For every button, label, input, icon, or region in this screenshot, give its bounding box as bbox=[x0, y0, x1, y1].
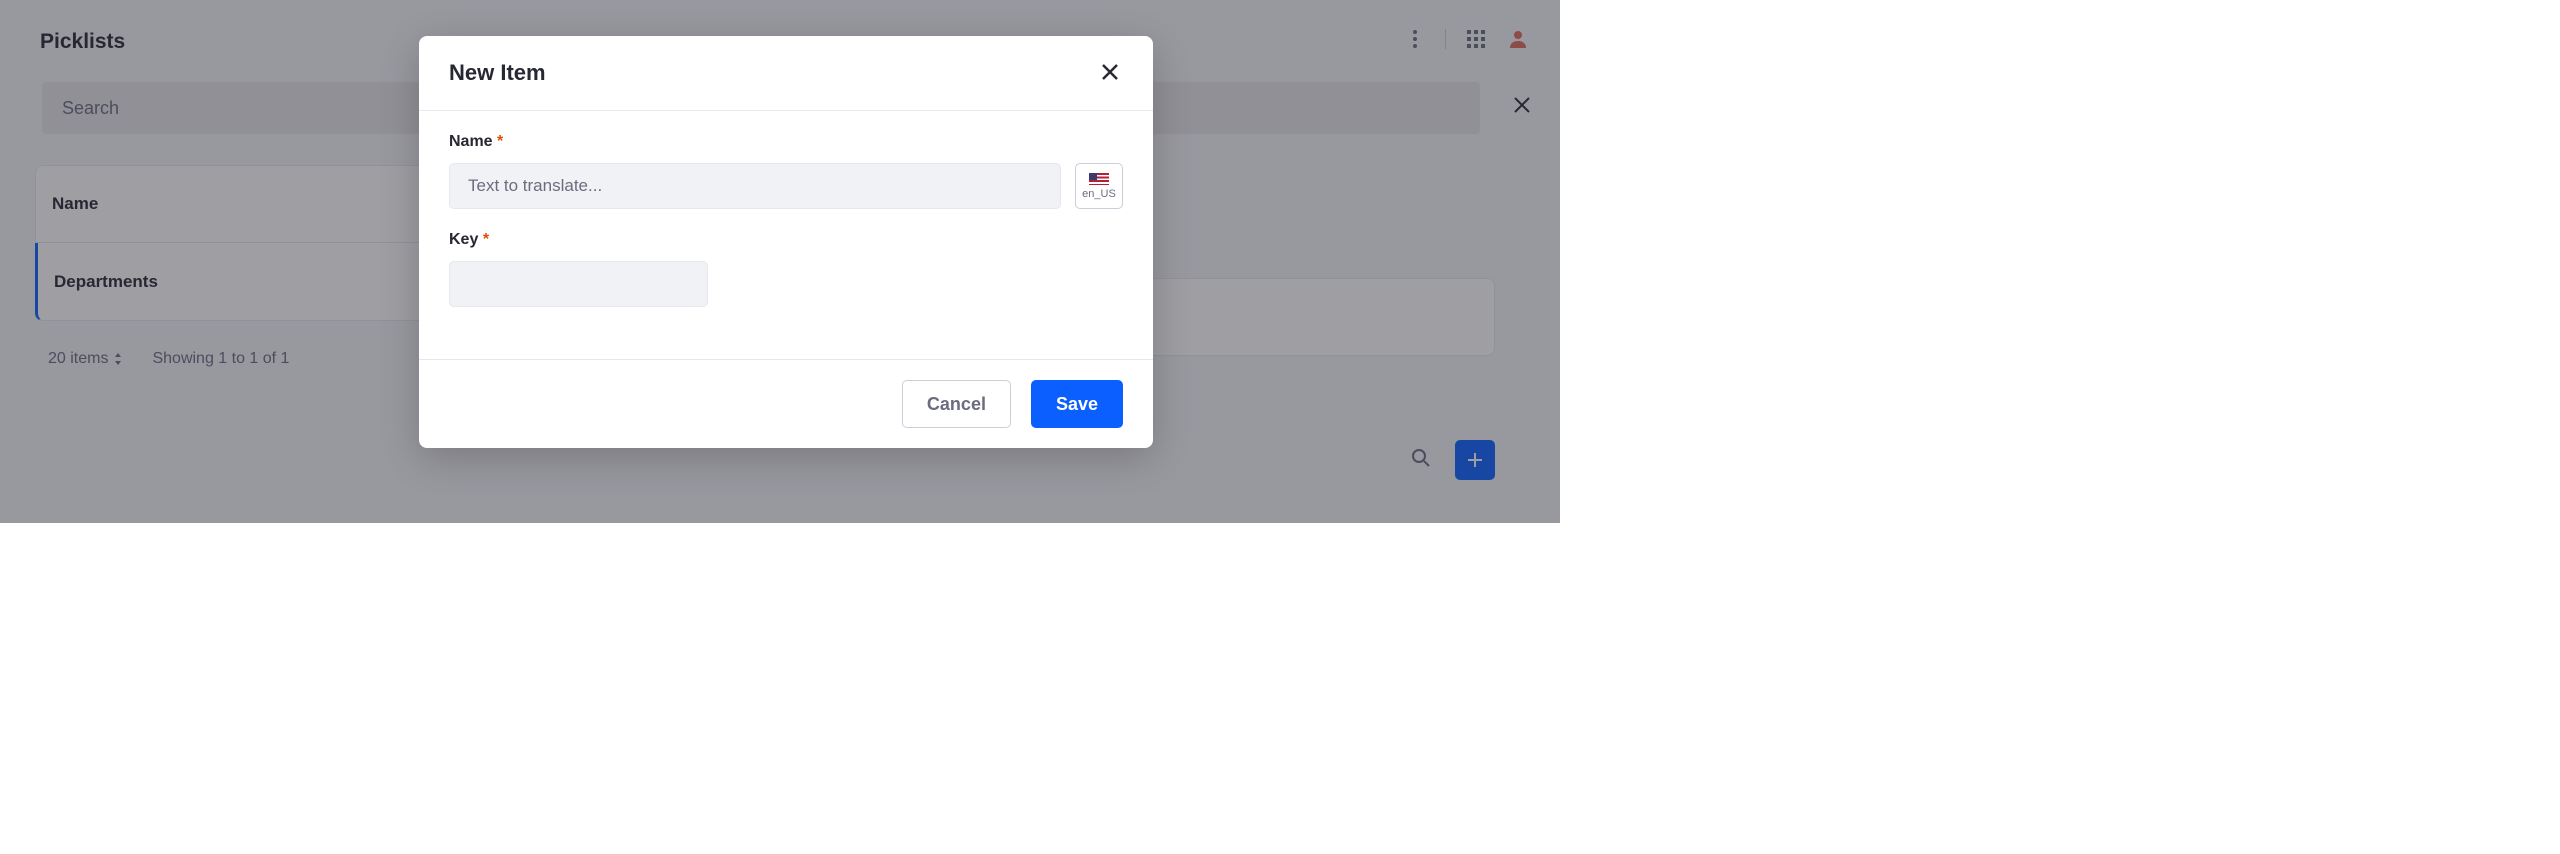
name-label: Name * bbox=[449, 133, 1123, 151]
new-item-modal: New Item Name * en_US Key * bbox=[419, 36, 1153, 448]
name-input[interactable] bbox=[449, 163, 1061, 209]
close-icon[interactable] bbox=[1099, 61, 1123, 85]
modal-footer: Cancel Save bbox=[419, 359, 1153, 448]
modal-title: New Item bbox=[449, 60, 546, 86]
required-indicator: * bbox=[483, 231, 489, 248]
locale-selector[interactable]: en_US bbox=[1075, 163, 1123, 209]
name-input-row: en_US bbox=[449, 163, 1123, 209]
name-field-group: Name * en_US bbox=[449, 133, 1123, 209]
required-indicator: * bbox=[497, 133, 503, 150]
modal-header: New Item bbox=[419, 36, 1153, 110]
us-flag-icon bbox=[1089, 173, 1109, 185]
save-button[interactable]: Save bbox=[1031, 380, 1123, 428]
key-label: Key * bbox=[449, 231, 1123, 249]
name-label-text: Name bbox=[449, 133, 493, 150]
key-input[interactable] bbox=[449, 261, 708, 307]
key-field-group: Key * bbox=[449, 231, 1123, 307]
modal-body: Name * en_US Key * bbox=[419, 111, 1153, 359]
locale-label: en_US bbox=[1082, 188, 1116, 200]
key-label-text: Key bbox=[449, 231, 478, 248]
cancel-button[interactable]: Cancel bbox=[902, 380, 1011, 428]
